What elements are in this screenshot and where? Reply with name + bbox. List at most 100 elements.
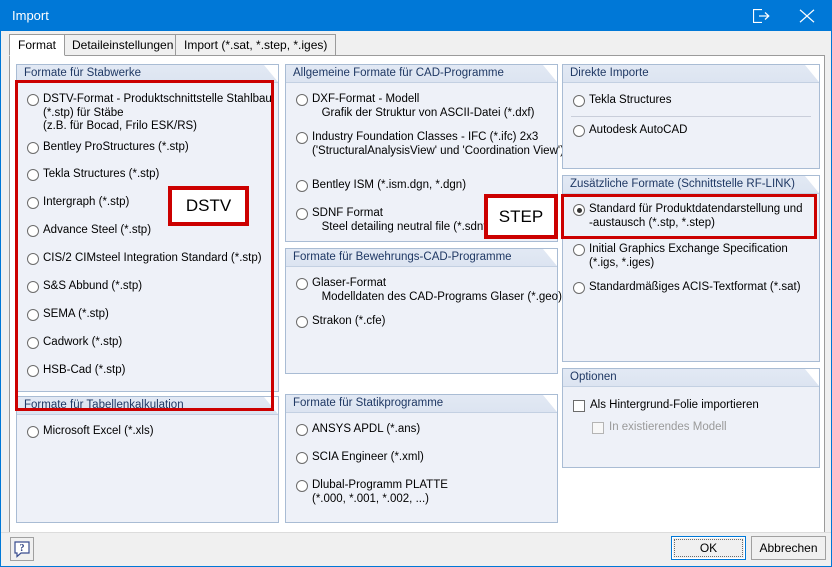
radio-indicator [573,282,585,294]
radio-label: ANSYS APDL (*.ans) [312,423,421,435]
radio-label: SDNF Format Steel detailing neutral file… [312,207,507,233]
title-bar: Import [1,1,831,31]
group-header: Formate für Bewehrungs-CAD-Programme [286,249,557,267]
radio-label: SEMA (*.stp) [43,308,109,320]
radio-indicator [27,142,39,154]
group-title: Formate für Bewehrungs-CAD-Programme [293,251,512,263]
group-formate-fuer-tabellenkalkulation: Formate für Tabellenkalkulation Microsof… [16,396,279,523]
radio-indicator [296,316,308,328]
tab-import-sat-step-iges[interactable]: Import (*.sat, *.step, *.iges) [175,34,337,56]
radio-label: Intergraph (*.stp) [43,196,130,208]
radio-label: DSTV-Format - Produktschnittstelle Stahl… [43,93,272,132]
radio-indicator [296,424,308,436]
group-title: Formate für Stabwerke [24,67,141,79]
annotation-label-dstv: DSTV [168,186,249,226]
export-glyph [753,9,770,23]
radio-label: Dlubal-Programm PLATTE (*.000, *.001, *.… [312,479,448,505]
group-header: Formate für Tabellenkalkulation [17,397,278,415]
annotation-step-text: STEP [498,207,544,226]
ok-button[interactable]: OK [671,536,746,560]
group-body: Microsoft Excel (*.xls) [17,415,278,522]
group-formate-bewehrungs-cad: Formate für Bewehrungs-CAD-Programme Gla… [285,248,562,374]
radio-indicator [27,197,39,209]
group-title: Direkte Importe [570,67,649,79]
radio-label: S&S Abbund (*.stp) [43,280,143,292]
radio-label: Bentley ISM (*.ism.dgn, *.dgn) [312,179,467,191]
radio-indicator [27,225,39,237]
group-title: Formate für Statikprogramme [293,397,444,409]
radio-label: HSB-Cad (*.stp) [43,364,126,376]
group-body: Standard für Produktdatendarstellung und… [563,194,819,361]
group-header: Direkte Importe [563,65,819,83]
window-title: Import [12,8,49,23]
tab-bar: Format Detaileinstellungen Import (*.sat… [9,34,825,56]
group-header: Allgemeine Formate für CAD-Programme [286,65,557,83]
radio-label: Cadwork (*.stp) [43,336,123,348]
checkbox-indicator [592,422,604,434]
group-body: DSTV-Format - Produktschnittstelle Stahl… [17,83,278,391]
radio-indicator [573,244,585,256]
group-title: Optionen [570,371,617,383]
cancel-button[interactable]: Abbrechen [751,536,826,560]
dialog-footer: ? OK Abbrechen [1,532,831,566]
radio-label: Strakon (*.cfe) [312,315,386,327]
group-title: Zusätzliche Formate (Schnittstelle RF-LI… [570,178,795,190]
radio-label: Standardmäßiges ACIS-Textformat (*.sat) [589,281,801,293]
radio-label: Advance Steel (*.stp) [43,224,152,236]
radio-label: Autodesk AutoCAD [589,124,688,136]
help-icon: ? [14,541,30,558]
radio-label: Microsoft Excel (*.xls) [43,425,154,437]
radio-label: Tekla Structures (*.stp) [43,168,160,180]
group-header: Formate für Statikprogramme [286,395,557,413]
group-body: Glaser-Format Modelldaten des CAD-Progra… [286,267,562,373]
format-tab-page: Formate für Stabwerke DSTV-Format - Prod… [9,55,825,533]
annotation-dstv-text: DSTV [185,196,232,215]
group-zusaetzliche-formate-rflink: Zusätzliche Formate (Schnittstelle RF-LI… [562,175,820,362]
radio-indicator [296,278,308,290]
radio-indicator [573,95,585,107]
radio-indicator [296,452,308,464]
group-header: Formate für Stabwerke [17,65,278,83]
import-dialog-window: Import Format Detaileinstellungen Import… [0,0,832,567]
annotation-label-step: STEP [484,194,558,239]
svg-text:?: ? [20,543,25,554]
group-title: Allgemeine Formate für CAD-Programme [293,67,504,79]
radio-label: Industry Foundation Classes - IFC (*.ifc… [312,131,564,157]
radio-indicator [27,337,39,349]
radio-label: Glaser-Format Modelldaten des CAD-Progra… [312,277,562,303]
group-optionen: Optionen Als Hintergrund-Folie importier… [562,368,820,468]
tab-detaileinstellungen[interactable]: Detaileinstellungen [63,34,183,56]
export-icon[interactable] [739,1,785,31]
radio-indicator [296,180,308,192]
divider [571,116,811,117]
radio-label: DXF-Format - Modell Grafik der Struktur … [312,93,535,119]
radio-indicator [296,480,308,492]
ok-button-label: OK [674,539,743,557]
radio-indicator [296,208,308,220]
radio-label: CIS/2 CIMsteel Integration Standard (*.s… [43,252,262,264]
close-glyph [799,9,815,23]
radio-indicator [573,204,585,216]
group-title: Formate für Tabellenkalkulation [24,399,184,411]
radio-label: Initial Graphics Exchange Specification … [589,243,788,269]
radio-indicator [27,94,39,106]
radio-indicator [296,132,308,144]
radio-indicator [296,94,308,106]
radio-indicator [573,125,585,137]
group-formate-statikprogramme: Formate für Statikprogramme ANSYS APDL (… [285,394,558,523]
close-icon[interactable] [785,1,831,31]
radio-label: Bentley ProStructures (*.stp) [43,141,189,153]
group-body: ANSYS APDL (*.ans) SCIA Engineer (*.xml)… [286,413,557,522]
group-direkte-importe: Direkte Importe Tekla Structures Autodes… [562,64,820,169]
tab-format[interactable]: Format [9,34,66,56]
radio-label: SCIA Engineer (*.xml) [312,451,424,463]
footer-divider [1,532,831,533]
checkbox-label: In existierendes Modell [609,421,727,433]
help-button[interactable]: ? [10,537,34,561]
group-header: Optionen [563,369,819,387]
radio-label: Standard für Produktdatendarstellung und… [589,203,803,229]
radio-indicator [27,365,39,377]
radio-label: Tekla Structures [589,94,672,106]
radio-indicator [27,169,39,181]
checkbox-indicator [573,400,585,412]
